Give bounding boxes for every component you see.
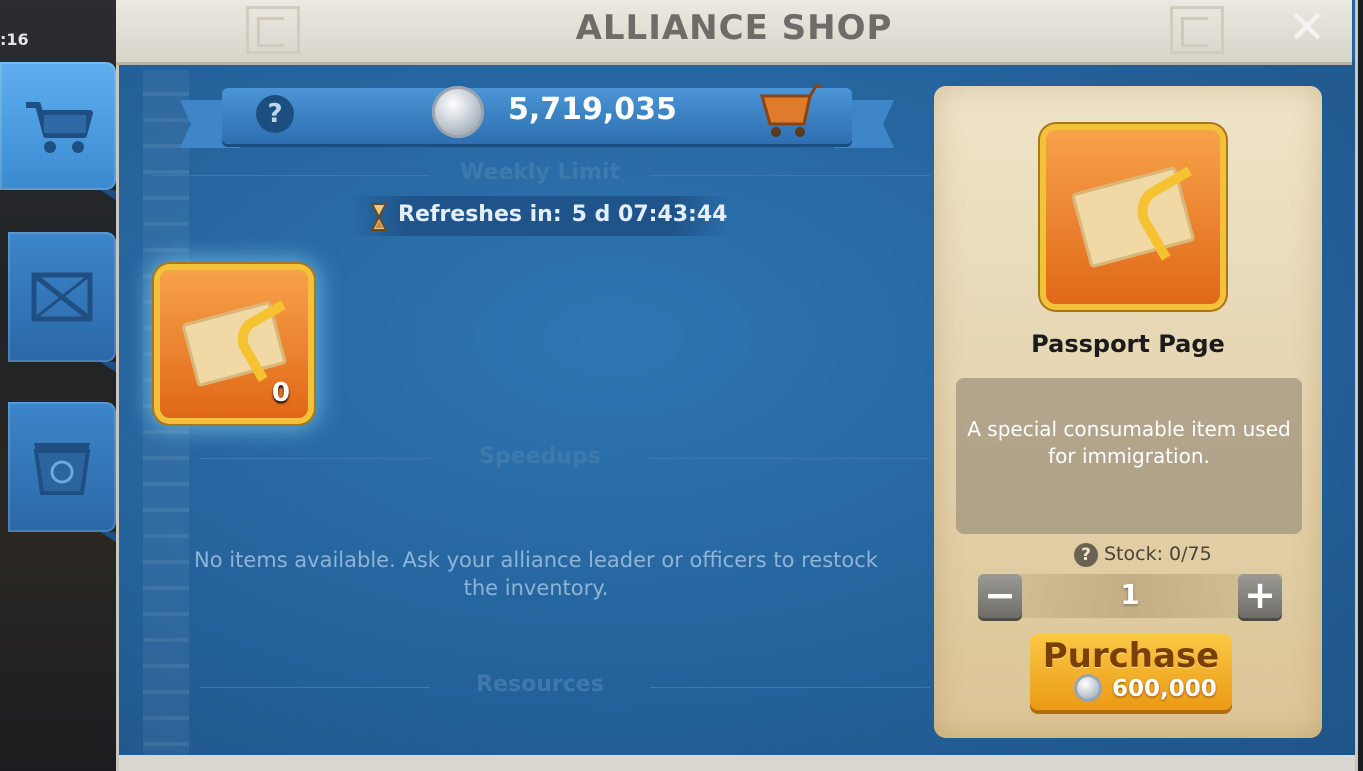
item-name: Passport Page [1031, 330, 1225, 358]
stock-label: Stock: 0/75 [1104, 543, 1212, 565]
divider-speedups-right [650, 458, 930, 459]
shop-cart-icon [26, 102, 93, 153]
divider-speedups-left [200, 458, 430, 459]
quantity-value[interactable]: 1 [1030, 578, 1230, 611]
item-description: A special consumable item used for immig… [967, 417, 1291, 468]
item-owned-count: 0 [271, 378, 290, 408]
purchase-price: 600,000 [1112, 676, 1217, 702]
empty-message: No items available. Ask your alliance le… [194, 548, 878, 600]
cart-icon[interactable] [758, 84, 824, 140]
window-header: ALLIANCE SHOP ✕ [116, 0, 1352, 65]
recycle-box-icon [33, 443, 91, 495]
hourglass-icon [370, 203, 388, 231]
help-icon[interactable]: ? [1074, 543, 1098, 567]
purchase-button[interactable]: Purchase 600,000 [1030, 634, 1232, 710]
section-speedups: Speedups [479, 444, 601, 469]
detail-item-image [1046, 130, 1222, 304]
tab-shop[interactable] [0, 62, 116, 200]
passport-page-item[interactable]: 0 [160, 270, 312, 418]
divider-weekly-right [650, 175, 930, 176]
plus-icon[interactable]: + [1238, 574, 1282, 618]
crate-icon [31, 272, 93, 322]
tab-recycle[interactable] [8, 402, 116, 542]
section-weekly-limit: Weekly Limit [459, 160, 621, 185]
panel-bottom-bar [119, 755, 1355, 771]
currency-balance: 5,719,035 [508, 92, 677, 127]
refresh-time: 5 d 07:43:44 [571, 202, 728, 227]
divider-resources-right [650, 687, 930, 688]
section-resources: Resources [476, 672, 604, 697]
refresh-label: Refreshes in: [398, 202, 562, 227]
divider-weekly-left [150, 175, 430, 176]
silver-coin-icon [432, 86, 484, 138]
greek-ornament-right [1170, 6, 1224, 54]
status-clock: :16 [0, 30, 29, 49]
silver-coin-icon [1074, 674, 1102, 702]
purchase-label: Purchase [1042, 636, 1220, 676]
minus-icon[interactable]: − [978, 574, 1022, 618]
divider-resources-left [200, 687, 430, 688]
help-icon[interactable]: ? [256, 95, 294, 133]
window-title: ALLIANCE SHOP [575, 8, 893, 48]
tab-items[interactable] [8, 232, 116, 372]
refresh-timer: Refreshes in: 5 d 07:43:44 [398, 202, 727, 227]
close-icon[interactable]: ✕ [1282, 2, 1332, 52]
